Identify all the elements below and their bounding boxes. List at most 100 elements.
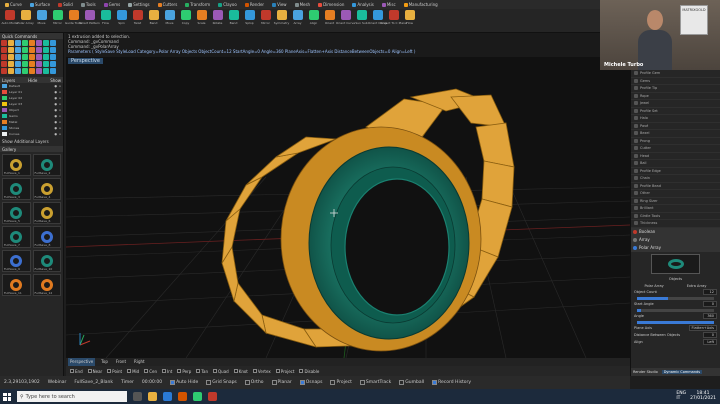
toggle-project[interactable]: Project [330,380,352,385]
property-slider[interactable] [637,296,714,300]
tab-mesh[interactable]: Mesh [292,0,314,9]
osnap-checkbox[interactable] [127,369,132,373]
osnap-near[interactable]: Near [87,369,102,374]
tab-manufacturing[interactable]: Manufacturing [401,0,441,9]
viewport-title[interactable]: Perspective [68,58,103,64]
osnap-checkbox[interactable] [252,369,257,373]
ribbon-tool-button[interactable]: Flow [402,10,417,31]
quick-command-icon[interactable] [8,61,14,67]
command-list-item[interactable]: Thickness [631,220,720,228]
eye-icon[interactable]: ● [54,114,57,118]
ribbon-tool-button[interactable]: Twist [130,10,145,31]
gallery-thumbnail[interactable]: FullSave_3 [2,178,31,200]
quick-command-icon[interactable] [8,54,14,60]
command-list-item[interactable]: Ring Sizer [631,198,720,205]
toggle-checkbox[interactable] [206,380,212,385]
quick-command-icon[interactable] [29,68,35,74]
command-list-item[interactable]: Prong [631,138,720,145]
gallery-thumbnail[interactable]: FullSave_8 [32,226,61,248]
osnap-vertex[interactable]: Vertex [252,369,271,374]
tab-extra-array[interactable]: Extra Array [687,284,707,288]
ribbon-tool-button[interactable]: Bend [226,10,241,31]
osnap-checkbox[interactable] [107,369,112,373]
quick-command-icon[interactable] [36,61,42,67]
app-icon-2[interactable] [208,392,217,401]
tab-analysis[interactable]: Analysis [349,0,376,9]
quick-command-icon[interactable] [50,61,56,67]
perspective-viewport[interactable]: Perspective [66,57,630,358]
command-list-item[interactable]: Girdle Tools [631,213,720,220]
ribbon-tool-button[interactable]: Splop [242,10,257,31]
quick-command-icon[interactable] [1,54,7,60]
lock-icon[interactable]: ▫ [59,120,61,124]
tab-view[interactable]: View [269,0,290,9]
toggle-checkbox[interactable] [271,380,277,385]
osnap-point[interactable]: Point [107,369,122,374]
osnap-checkbox[interactable] [144,369,149,373]
ribbon-tool-button[interactable]: Move [162,10,177,31]
tab-surface[interactable]: Surface [27,0,53,9]
property-value[interactable]: 360 [703,313,717,319]
command-list-item[interactable]: Profile Set [631,108,720,115]
quick-command-icon[interactable] [15,61,21,67]
quick-command-icon[interactable] [29,54,35,60]
tab-dimension[interactable]: Dimension [315,0,347,9]
quick-command-icon[interactable] [22,68,28,74]
ribbon-tool-button[interactable]: Mirror [50,10,65,31]
osnap-checkbox[interactable] [87,369,92,373]
gallery-thumbnail[interactable]: FullSave_1 [2,154,31,176]
lock-icon[interactable]: ▫ [59,114,61,118]
lock-icon[interactable]: ▫ [59,126,61,130]
layer-color-swatch[interactable] [2,126,7,130]
layer-color-swatch[interactable] [2,108,7,112]
quick-command-icon[interactable] [22,61,28,67]
ribbon-tool-button[interactable]: Orient Curve [336,10,355,31]
ribbon-tool-button[interactable]: Smart Pattern [79,10,100,31]
command-parameters[interactable]: Parameters ( StyleSave StyleLoad Categor… [68,49,598,54]
tab-tools[interactable]: Tools [78,0,99,9]
webinar-label[interactable]: Webinar [48,380,67,385]
ribbon-tool-button[interactable]: Sun Sub [354,10,369,31]
windows-start-icon[interactable] [3,392,11,401]
eye-icon[interactable]: ● [54,84,57,88]
eye-icon[interactable]: ● [54,96,57,100]
tab-right[interactable]: Right [132,358,147,366]
command-list-item[interactable]: Profile Tip [631,85,720,93]
osnap-checkbox[interactable] [213,369,218,373]
quick-command-icon[interactable] [50,47,56,53]
osnap-tan[interactable]: Tan [196,369,208,374]
command-list-item[interactable]: Cutter [631,145,720,153]
osnap-cen[interactable]: Cen [144,369,157,374]
gallery-thumbnail[interactable]: FullSave_12 [32,274,61,296]
layers-hide-button[interactable]: Hide [28,78,37,83]
layer-color-swatch[interactable] [2,132,7,136]
layer-color-swatch[interactable] [2,102,7,106]
quick-command-icon[interactable] [8,40,14,46]
eye-icon[interactable]: ● [54,126,57,130]
boolean-section[interactable]: Boolean [631,227,720,236]
quick-command-icon[interactable] [29,40,35,46]
osnap-int[interactable]: Int [162,369,172,374]
layers-show-button[interactable]: Show [50,78,61,83]
quick-command-icon[interactable] [15,40,21,46]
quick-command-icon[interactable] [22,47,28,53]
command-list-item[interactable]: Profile Gem [631,70,720,78]
osnap-checkbox[interactable] [177,369,182,373]
quick-command-icon[interactable] [15,68,21,74]
quick-command-icon[interactable] [43,68,49,74]
show-additional-layers-button[interactable]: Show Additional Layers [0,137,63,146]
eye-icon[interactable]: ● [54,108,57,112]
tab-perspective[interactable]: Perspective [68,358,96,366]
property-value[interactable]: Left [703,339,717,345]
osnap-quad[interactable]: Quad [213,369,229,374]
lock-icon[interactable]: ▫ [59,90,61,94]
edge-icon[interactable] [163,392,172,401]
toggle-osnaps[interactable]: Osnaps [299,380,322,385]
quick-command-icon[interactable] [8,47,14,53]
property-slider[interactable] [637,308,714,312]
toggle-ortho[interactable]: Ortho [244,380,264,385]
gallery-thumbnail[interactable]: FullSave_4 [32,178,61,200]
osnap-checkbox[interactable] [275,369,280,373]
command-list-item[interactable]: Bezel [631,130,720,138]
layer-color-swatch[interactable] [2,84,7,88]
